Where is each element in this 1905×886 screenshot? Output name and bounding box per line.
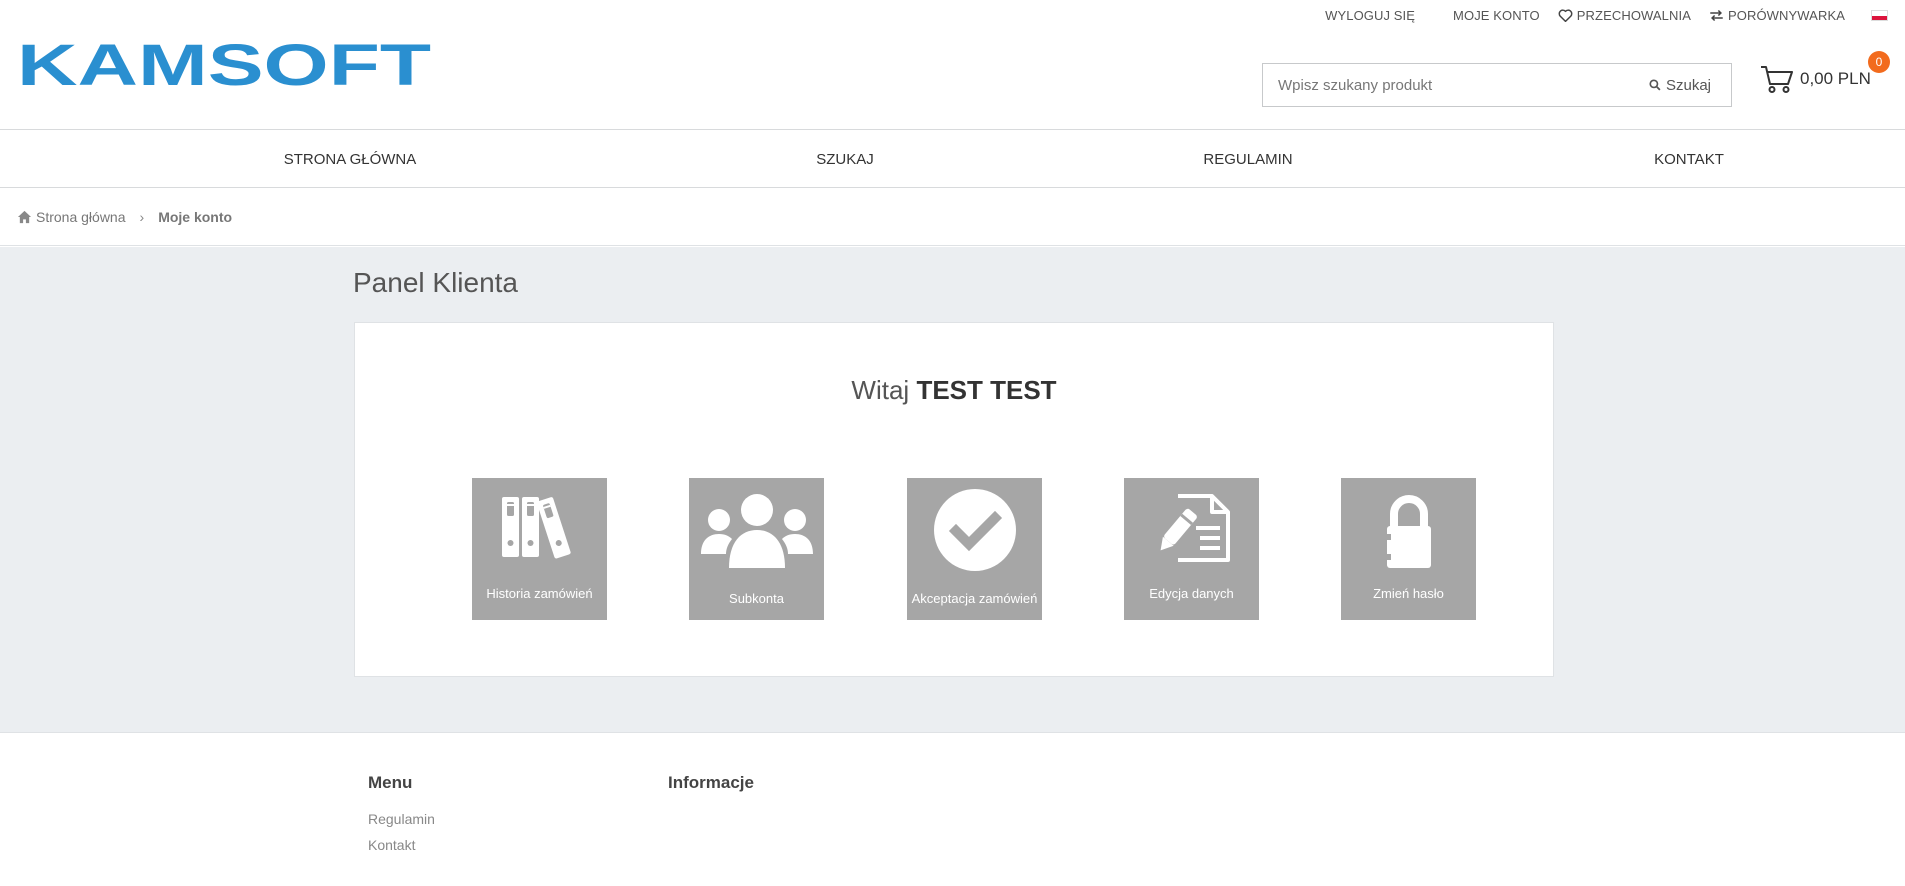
breadcrumb-current: Moje konto	[158, 209, 233, 225]
footer-info-title: Informacje	[668, 773, 754, 792]
tile-subaccounts[interactable]: Subkonta	[689, 478, 824, 620]
breadcrumb-separator: ›	[139, 209, 145, 225]
search-box: Szukaj	[1262, 63, 1732, 107]
tile-order-history-label: Historia zamówień	[486, 586, 593, 601]
tile-order-approval[interactable]: Akceptacja zamówień	[907, 478, 1042, 620]
search-icon	[1649, 79, 1661, 91]
footer: Menu Regulamin Kontakt Informacje	[0, 732, 1905, 886]
welcome-message: Witaj TEST TEST	[355, 375, 1553, 406]
search-button-label: Szukaj	[1665, 76, 1711, 94]
storage-link[interactable]: PRZECHOWALNIA	[1558, 8, 1691, 23]
nav-item-terms[interactable]: REGULAMIN	[1203, 131, 1292, 188]
welcome-name: TEST TEST	[916, 375, 1057, 405]
cart-icon	[1761, 66, 1793, 93]
cart-button[interactable]: 0,00 PLN	[1760, 64, 1871, 94]
home-icon	[17, 210, 32, 224]
footer-menu-title: Menu	[368, 773, 413, 792]
storage-link-label: PRZECHOWALNIA	[1576, 8, 1691, 23]
footer-link-terms[interactable]: Regulamin	[368, 811, 435, 827]
tile-change-password-label: Zmień hasło	[1373, 586, 1444, 601]
main-nav: STRONA GŁÓWNA SZUKAJ REGULAMIN KONTAKT	[0, 131, 1905, 188]
cart-count-badge: 0	[1868, 51, 1890, 73]
footer-menu: Menu Regulamin Kontakt	[368, 773, 435, 863]
nav-item-home[interactable]: STRONA GŁÓWNA	[284, 131, 417, 188]
kamsoft-logo[interactable]: KAMSOFT	[17, 38, 433, 90]
binders-icon	[501, 497, 571, 559]
tile-order-approval-label: Akceptacja zamówień	[911, 591, 1038, 606]
compare-link-label: PORÓWNYWARKA	[1727, 8, 1845, 23]
my-account-link[interactable]: MOJE KONTO	[1453, 8, 1540, 23]
edit-document-icon	[1160, 494, 1230, 562]
main-content: Panel Klienta Witaj TEST TEST Historia z…	[0, 247, 1905, 732]
footer-info: Informacje	[668, 773, 754, 811]
tile-edit-data[interactable]: Edycja danych	[1124, 478, 1259, 620]
welcome-prefix: Witaj	[851, 375, 910, 405]
logo-text: KAMSOFT	[17, 38, 431, 90]
users-icon	[700, 494, 813, 568]
logout-link[interactable]: WYLOGUJ SIĘ	[1325, 8, 1415, 23]
header: WYLOGUJ SIĘ MOJE KONTO PRZECHOWALNIA POR…	[0, 0, 1905, 130]
compare-link[interactable]: PORÓWNYWARKA	[1709, 8, 1845, 23]
cart-amount: 0,00 PLN	[1800, 69, 1871, 88]
top-links: WYLOGUJ SIĘ MOJE KONTO PRZECHOWALNIA POR…	[1325, 8, 1888, 23]
breadcrumb: Strona główna › Moje konto	[0, 189, 1905, 246]
nav-item-search[interactable]: SZUKAJ	[816, 131, 874, 188]
swap-arrows-icon	[1710, 9, 1723, 22]
tile-edit-data-label: Edycja danych	[1149, 586, 1234, 601]
customer-panel: Witaj TEST TEST Historia zamówień Subkon…	[354, 322, 1554, 677]
page-title: Panel Klienta	[353, 267, 519, 298]
check-circle-icon	[933, 489, 1016, 571]
search-input[interactable]	[1263, 64, 1649, 106]
tile-change-password[interactable]: Zmień hasło	[1341, 478, 1476, 620]
lock-icon	[1382, 495, 1431, 568]
tile-subaccounts-label: Subkonta	[729, 591, 784, 606]
search-button[interactable]: Szukaj	[1649, 77, 1731, 94]
heart-icon	[1558, 9, 1573, 22]
footer-link-contact[interactable]: Kontakt	[368, 837, 435, 853]
breadcrumb-home[interactable]: Strona główna	[17, 209, 126, 225]
breadcrumb-home-label: Strona główna	[36, 209, 126, 225]
polish-flag-icon[interactable]	[1871, 10, 1888, 21]
nav-item-contact[interactable]: KONTAKT	[1654, 131, 1724, 188]
tile-order-history[interactable]: Historia zamówień	[472, 478, 607, 620]
